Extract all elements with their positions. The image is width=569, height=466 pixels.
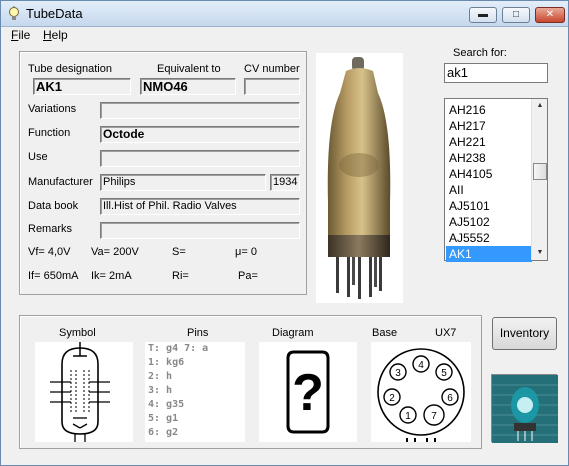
main-window: TubeData ▬ □ ✕ File Help Tube designatio… [0,0,569,466]
ik-value: Ik= 2mA [91,270,132,282]
pin-line: T: g4 7: a [148,343,209,354]
equivalent-to-field[interactable]: NMO46 [140,78,236,95]
menu-bar: File Help [1,27,568,44]
pa-value: Pa= [238,270,258,282]
data-book-field[interactable]: Ill.Hist of Phil. Radio Valves [100,198,300,215]
list-item[interactable]: AH221 [446,134,532,150]
cv-number-label: CV number [244,63,300,75]
data-book-label: Data book [28,200,79,212]
pin-line: 2: h [148,371,173,382]
base-pin-label: 1 [405,411,411,422]
list-item[interactable]: AJ5101 [446,198,532,214]
pin-line: 3: h [148,385,173,396]
tube-list[interactable]: AH216 AH217 AH221 AH238 AH4105 AII AJ510… [444,98,548,262]
scroll-up-arrow-icon[interactable]: ▲ [532,99,548,113]
cv-number-field[interactable] [244,78,300,95]
minimize-button[interactable]: ▬ [469,7,497,23]
base-type-label: UX7 [435,327,457,339]
remarks-field[interactable] [100,222,300,239]
if-value: If= 650mA [28,270,79,282]
vf-value: Vf= 4,0V [28,246,71,258]
tube-photo [316,53,403,303]
list-scrollbar[interactable]: ▲ ▼ [531,99,547,260]
bulb-icon [9,6,19,20]
search-input[interactable]: ak1 [444,63,548,83]
list-item[interactable]: AH216 [446,102,532,118]
menu-file[interactable]: File [11,28,30,42]
title-bar[interactable]: TubeData ▬ □ ✕ [1,1,568,27]
list-item[interactable]: AH4105 [446,166,532,182]
variations-label: Variations [28,103,77,115]
question-mark-icon: ? [286,350,330,434]
va-value: Va= 200V [91,246,139,258]
mu-value: μ= 0 [235,246,257,258]
s-value: S= [172,246,186,258]
list-item[interactable]: AH217 [446,118,532,134]
remarks-label: Remarks [28,223,73,235]
tube-photo-image [327,57,391,299]
use-label: Use [28,151,48,163]
menu-help[interactable]: Help [43,28,68,42]
manufacturer-label: Manufacturer [28,176,93,188]
symbol-box [35,342,133,442]
pin-line: 1: kg6 [148,357,185,368]
base-pinout-icon: 3 4 5 2 6 1 7 [377,348,465,442]
list-item[interactable]: AH238 [446,150,532,166]
pin-line: 4: g35 [148,399,185,410]
diagram-box: ? [259,342,357,442]
tube-designation-label: Tube designation [28,63,112,75]
manufacturer-field[interactable]: Philips [100,174,266,191]
pins-box: T: g4 7: a 1: kg6 2: h 3: h 4: g35 5: g1… [145,342,245,442]
base-pin-label: 3 [395,368,401,379]
diagram-label: Diagram [272,327,314,339]
ri-value: Ri= [172,270,189,282]
scroll-down-arrow-icon[interactable]: ▼ [532,246,548,260]
window-title: TubeData [26,6,83,21]
base-pin-label: 2 [389,393,395,404]
list-item[interactable]: AJ5102 [446,214,532,230]
maximize-button[interactable]: □ [502,7,530,23]
variations-field[interactable] [100,102,300,119]
diagram-placeholder: ? [292,364,324,422]
base-pin-label: 4 [418,360,424,371]
list-item-selected[interactable]: AK1 [446,246,532,262]
equivalent-to-label: Equivalent to [157,63,221,75]
function-label: Function [28,127,71,139]
function-field[interactable]: Octode [100,126,300,143]
base-pin-label: 5 [441,368,447,379]
base-pin-label: 7 [431,411,437,422]
pins-label: Pins [187,327,209,339]
inventory-button[interactable]: Inventory [492,317,557,350]
list-item[interactable]: AII [446,182,532,198]
scroll-thumb[interactable] [533,163,547,180]
close-button[interactable]: ✕ [535,7,565,23]
base-label: Base [372,327,398,339]
use-field[interactable] [100,150,300,167]
pin-line: 6: g2 [148,427,179,438]
app-logo [491,374,558,443]
tube-symbol-icon [50,342,110,442]
search-label: Search for: [453,47,507,59]
tube-designation-field[interactable]: AK1 [33,78,131,95]
list-item[interactable]: AJ5552 [446,230,532,246]
year-field[interactable]: 1934 [270,174,300,191]
tube-logo-icon [492,375,558,443]
pin-line: 5: g1 [148,413,179,424]
base-box: 3 4 5 2 6 1 7 [371,342,471,442]
base-pin-label: 6 [447,393,453,404]
symbol-label: Symbol [59,327,96,339]
